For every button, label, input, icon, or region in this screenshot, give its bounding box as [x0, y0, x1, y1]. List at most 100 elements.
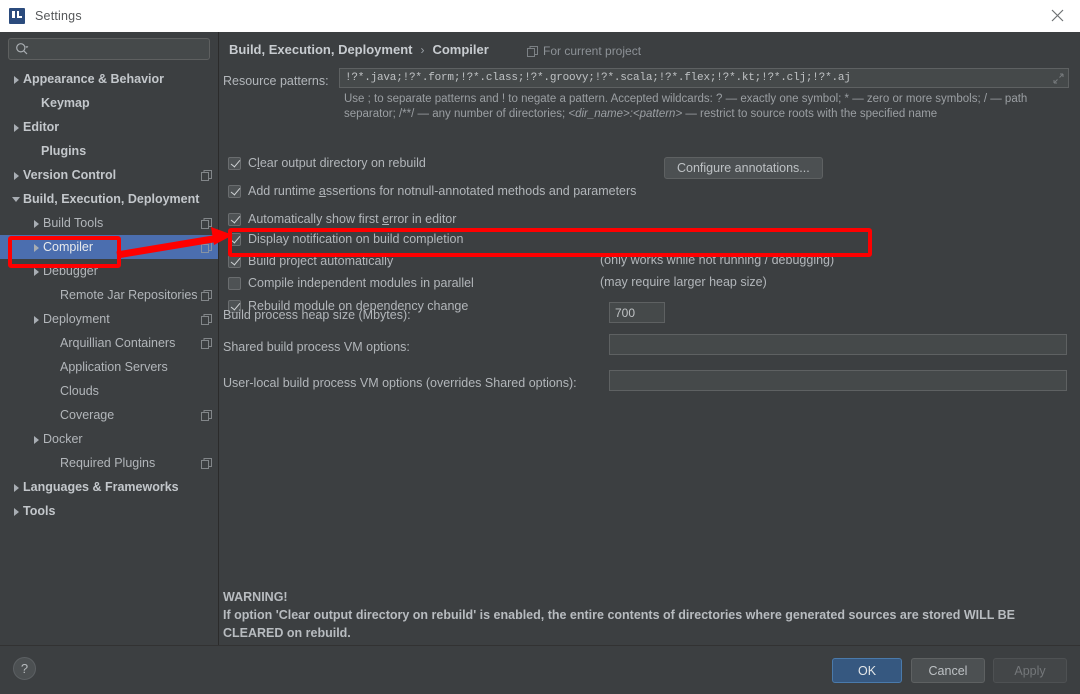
- checkbox-checked-icon[interactable]: [228, 156, 241, 170]
- sidebar-item-application-servers[interactable]: Application Servers: [0, 355, 218, 379]
- label-part-pre: Compile independent modules in parallel: [248, 276, 474, 290]
- cancel-button[interactable]: Cancel: [911, 658, 985, 683]
- project-scope-icon: [527, 45, 538, 57]
- ok-button[interactable]: OK: [832, 658, 902, 683]
- sidebar-item-deployment[interactable]: Deployment: [0, 307, 218, 331]
- heap-size-label: Build process heap size (Mbytes):: [223, 308, 411, 322]
- resource-patterns-hint: Use ; to separate patterns and ! to nega…: [344, 92, 1070, 122]
- search-input[interactable]: [33, 42, 193, 56]
- sidebar-item-build-tools[interactable]: Build Tools: [0, 211, 218, 235]
- hint-line-1: Use ; to separate patterns and ! to nega…: [344, 93, 1028, 105]
- sidebar-item-keymap[interactable]: Keymap: [0, 91, 218, 115]
- checkbox-automatically-show-first-error-in-editor[interactable]: Automatically show first error in editor: [228, 210, 456, 228]
- sidebar-item-tools[interactable]: Tools: [0, 499, 218, 523]
- label-part-post: ssertions for notnull-annotated methods …: [325, 184, 637, 198]
- sidebar-item-label: Tools: [23, 504, 56, 518]
- sidebar-item-label: Version Control: [23, 168, 117, 182]
- shared-vm-options-input[interactable]: [615, 337, 1066, 352]
- sidebar-item-editor[interactable]: Editor: [0, 115, 218, 139]
- label-part-mnemonic: e: [382, 212, 390, 226]
- checkbox-label: Compile independent modules in parallel: [248, 276, 474, 290]
- sidebar-item-version-control[interactable]: Version Control: [0, 163, 218, 187]
- resource-patterns-input[interactable]: [345, 72, 1045, 84]
- checkbox-label: Automatically show first error in editor: [248, 212, 456, 226]
- checkbox-checked-icon[interactable]: [228, 184, 241, 198]
- checkbox-display-notification-on-build-completion[interactable]: Display notification on build completion: [228, 230, 463, 248]
- warning-body: If option 'Clear output directory on reb…: [223, 608, 1015, 640]
- resource-patterns-label: Resource patterns:: [223, 74, 329, 88]
- checkbox-checked-icon[interactable]: [228, 212, 241, 226]
- for-current-project-text: For current project: [543, 44, 642, 58]
- checkbox-checked-icon[interactable]: [228, 254, 241, 268]
- label-part-post: rror in editor: [389, 212, 457, 226]
- project-scope-icon: [201, 217, 212, 229]
- chevron-right-icon[interactable]: [30, 217, 43, 230]
- checkbox-build-project-automatically[interactable]: Build project automatically: [228, 252, 393, 270]
- checkbox-clear-output-directory-on-rebuild[interactable]: Clear output directory on rebuild: [228, 154, 426, 172]
- settings-tree: Appearance & Behavior Keymap Editor Plugins…: [0, 67, 218, 523]
- sidebar-item-clouds[interactable]: Clouds: [0, 379, 218, 403]
- help-button[interactable]: ?: [13, 657, 36, 680]
- chevron-right-icon[interactable]: [30, 433, 43, 446]
- sidebar-item-compiler[interactable]: Compiler: [0, 235, 218, 259]
- sidebar-item-required-plugins[interactable]: Required Plugins: [0, 451, 218, 475]
- sidebar-item-plugins[interactable]: Plugins: [0, 139, 218, 163]
- search-box[interactable]: [8, 38, 210, 60]
- sidebar-item-languages-frameworks[interactable]: Languages & Frameworks: [0, 475, 218, 499]
- sidebar-item-remote-jar-repositories[interactable]: Remote Jar Repositories: [0, 283, 218, 307]
- resource-patterns-field[interactable]: [339, 68, 1069, 88]
- sidebar-item-docker[interactable]: Docker: [0, 427, 218, 451]
- sidebar-item-label: Deployment: [43, 312, 110, 326]
- chevron-right-icon[interactable]: [10, 481, 23, 494]
- chevron-right-icon[interactable]: [10, 505, 23, 518]
- sidebar-item-appearance-behavior[interactable]: Appearance & Behavior: [0, 67, 218, 91]
- apply-button[interactable]: Apply: [993, 658, 1067, 683]
- userlocal-vm-options-field[interactable]: [609, 370, 1067, 391]
- label-part-pre: C: [248, 156, 258, 170]
- shared-vm-options-field[interactable]: [609, 334, 1067, 355]
- chevron-right-icon[interactable]: [30, 265, 43, 278]
- sidebar-item-label: Languages & Frameworks: [23, 480, 179, 494]
- label-part-pre: Display notification on build completion: [248, 232, 464, 246]
- heap-size-field[interactable]: [609, 302, 665, 323]
- checkbox-checked-icon[interactable]: [228, 232, 241, 246]
- sidebar-item-build-execution-deployment[interactable]: Build, Execution, Deployment: [0, 187, 218, 211]
- sidebar-item-coverage[interactable]: Coverage: [0, 403, 218, 427]
- sidebar-item-label: Keymap: [41, 96, 90, 110]
- heap-size-input[interactable]: [615, 305, 664, 320]
- warning-block: WARNING! If option 'Clear output directo…: [223, 588, 1035, 642]
- label-part-pre: Build project automatically: [248, 254, 394, 268]
- close-icon[interactable]: [1034, 0, 1080, 31]
- checkbox-unchecked-icon[interactable]: [228, 276, 241, 290]
- sidebar-item-label: Application Servers: [60, 360, 168, 374]
- chevron-right-icon[interactable]: [10, 73, 23, 86]
- expand-icon[interactable]: [1053, 73, 1064, 84]
- chevron-down-icon[interactable]: [10, 193, 23, 206]
- checkbox-add-runtime-assertions-for-notnull-annotated-methods-and-parameters[interactable]: Add runtime assertions for notnull-annot…: [228, 182, 636, 200]
- warning-title: WARNING!: [223, 590, 288, 604]
- sidebar-item-label: Build, Execution, Deployment: [23, 192, 200, 206]
- checkbox-compile-independent-modules-in-parallel[interactable]: Compile independent modules in parallel: [228, 274, 474, 292]
- chevron-right-icon[interactable]: [10, 121, 23, 134]
- breadcrumb-leaf: Compiler: [432, 42, 489, 57]
- checkbox-label: Add runtime assertions for notnull-annot…: [248, 184, 636, 198]
- userlocal-vm-options-label: User-local build process VM options (ove…: [223, 376, 577, 390]
- configure-annotations-button[interactable]: Configure annotations...: [664, 157, 823, 179]
- sidebar-item-label: Required Plugins: [60, 456, 156, 470]
- label-part-pre: Automatically show first: [248, 212, 383, 226]
- chevron-right-icon[interactable]: [30, 313, 43, 326]
- chevron-right-icon[interactable]: [10, 169, 23, 182]
- sidebar-item-label: Appearance & Behavior: [23, 72, 165, 86]
- sidebar-item-arquillian-containers[interactable]: Arquillian Containers: [0, 331, 218, 355]
- checkbox-label: Build project automatically: [248, 254, 393, 268]
- chevron-right-icon[interactable]: [30, 241, 43, 254]
- sidebar-item-label: Arquillian Containers: [60, 336, 176, 350]
- breadcrumb-root[interactable]: Build, Execution, Deployment: [229, 42, 412, 57]
- sidebar-item-debugger[interactable]: Debugger: [0, 259, 218, 283]
- breadcrumb-separator: ›: [420, 42, 425, 57]
- userlocal-vm-options-input[interactable]: [615, 373, 1066, 388]
